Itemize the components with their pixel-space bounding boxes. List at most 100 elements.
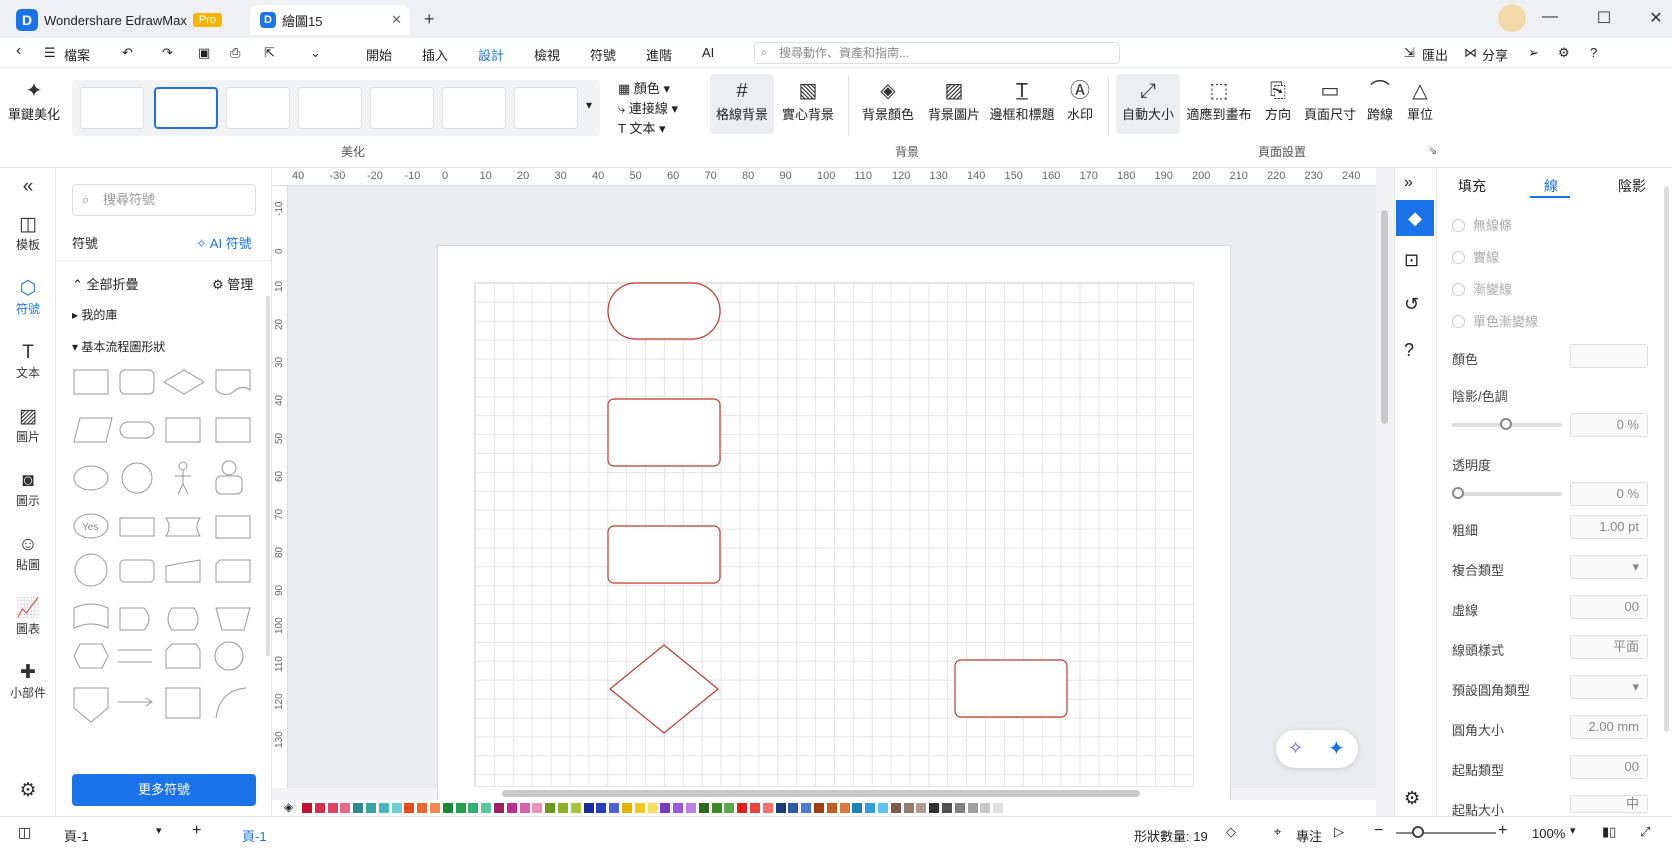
color-swatch[interactable] bbox=[545, 803, 556, 813]
unit-button[interactable]: △ 單位 bbox=[1402, 78, 1438, 123]
color-swatch[interactable] bbox=[302, 803, 312, 813]
shape-process[interactable] bbox=[73, 369, 109, 395]
sidebar-item-charts[interactable]: 📈 圖表 bbox=[0, 598, 56, 637]
style-thumb-6[interactable] bbox=[442, 87, 506, 129]
color-swatch[interactable] bbox=[865, 803, 876, 813]
color-swatch[interactable] bbox=[314, 803, 325, 813]
color-swatch[interactable] bbox=[980, 803, 991, 813]
export-icon[interactable]: ⇲ bbox=[1404, 45, 1415, 61]
color-swatch[interactable] bbox=[327, 803, 338, 813]
collapse-sidebar-icon[interactable]: « bbox=[0, 176, 56, 198]
minimize-icon[interactable]: — bbox=[1536, 8, 1564, 26]
color-swatch[interactable] bbox=[583, 803, 594, 813]
color-swatch[interactable] bbox=[814, 803, 824, 813]
solid-bg-button[interactable]: ▧ 實心背景 bbox=[776, 78, 840, 123]
shape-ellipse[interactable] bbox=[73, 465, 109, 491]
border-title-button[interactable]: T̲ 邊框和標題 bbox=[988, 78, 1056, 123]
transparency-value-field[interactable]: 0 % bbox=[1570, 482, 1648, 506]
zoom-out-icon[interactable]: − bbox=[1374, 822, 1383, 840]
radio-no-line[interactable]: 無線條 bbox=[1452, 215, 1512, 234]
color-swatch[interactable] bbox=[506, 803, 517, 813]
bg-color-button[interactable]: ◈ 背景顏色 bbox=[856, 78, 920, 123]
color-swatch[interactable] bbox=[660, 803, 671, 813]
color-swatch[interactable] bbox=[890, 803, 901, 813]
shape-direct-data[interactable] bbox=[119, 559, 155, 583]
color-swatch[interactable] bbox=[404, 803, 415, 813]
ai-symbols-button[interactable]: ✧ AI 符號 bbox=[196, 233, 252, 252]
shape-annotation[interactable] bbox=[165, 687, 201, 719]
sidebar-item-icons[interactable]: ◙ 圖示 bbox=[0, 470, 56, 509]
tab-view[interactable]: 檢視 bbox=[534, 45, 560, 64]
color-swatch[interactable] bbox=[698, 803, 709, 813]
zoom-in-icon[interactable]: + bbox=[1498, 822, 1507, 840]
style-thumb-7[interactable] bbox=[514, 87, 578, 129]
shape-sequential-data[interactable] bbox=[74, 553, 108, 587]
shape-parallel[interactable] bbox=[118, 649, 152, 663]
color-swatch[interactable] bbox=[993, 803, 1004, 813]
symbol-panel-scrollbar[interactable] bbox=[266, 296, 270, 656]
color-swatch[interactable] bbox=[903, 803, 914, 813]
shape-decision[interactable] bbox=[163, 369, 205, 395]
sidebar-item-templates[interactable]: ◫ 模板 bbox=[0, 214, 56, 253]
color-swatch[interactable] bbox=[929, 803, 940, 813]
shape-database[interactable] bbox=[119, 517, 155, 537]
color-swatch[interactable] bbox=[481, 803, 492, 813]
page-setup-expand-icon[interactable]: ⇘ bbox=[1428, 144, 1437, 157]
style-thumb-4[interactable] bbox=[298, 87, 362, 129]
page-dropdown-icon[interactable]: ▾ bbox=[156, 824, 162, 837]
color-swatch[interactable] bbox=[826, 803, 837, 813]
file-menu[interactable]: 檔案 bbox=[64, 45, 90, 64]
color-swatch[interactable] bbox=[468, 803, 479, 813]
help-circle-icon[interactable]: ? bbox=[1404, 340, 1414, 361]
dash-select[interactable]: 00 bbox=[1570, 595, 1648, 619]
color-swatch[interactable] bbox=[378, 803, 389, 813]
color-swatch[interactable] bbox=[558, 803, 568, 813]
ai-sparkle-icon[interactable]: ✦ bbox=[1328, 736, 1345, 761]
shade-slider-knob[interactable] bbox=[1500, 418, 1512, 430]
ai-magic-icon[interactable]: ✧ bbox=[1288, 738, 1303, 759]
panel-settings-icon[interactable]: ⚙ bbox=[1404, 788, 1420, 809]
color-swatch[interactable] bbox=[878, 803, 888, 813]
export-button[interactable]: 匯出 bbox=[1422, 45, 1448, 64]
color-swatch[interactable] bbox=[916, 803, 927, 813]
sidebar-item-symbols[interactable]: ⬡ 符號 bbox=[0, 278, 56, 317]
gallery-more-icon[interactable]: ▾ bbox=[586, 98, 592, 112]
tab-line[interactable]: 線 bbox=[1544, 176, 1558, 196]
color-swatch[interactable] bbox=[570, 803, 581, 813]
send-icon[interactable]: ➢ bbox=[1528, 45, 1539, 61]
color-swatch[interactable] bbox=[532, 803, 543, 813]
shape-manual-input[interactable] bbox=[165, 559, 201, 583]
tab-fill[interactable]: 填充 bbox=[1458, 176, 1486, 196]
save-icon[interactable]: ▣ bbox=[198, 45, 210, 61]
shape-user[interactable] bbox=[221, 460, 237, 476]
bg-image-button[interactable]: ▨ 背景圖片 bbox=[922, 78, 986, 123]
color-swatch[interactable] bbox=[340, 803, 351, 813]
color-button[interactable]: ▦ 顏色 ▾ bbox=[618, 78, 670, 97]
text-style-button[interactable]: T 文本 ▾ bbox=[618, 118, 665, 137]
zoom-level[interactable]: 100% bbox=[1532, 826, 1565, 841]
focus-button[interactable]: 專注 bbox=[1296, 826, 1322, 845]
color-swatch[interactable] bbox=[634, 803, 645, 813]
zoom-slider[interactable] bbox=[1396, 832, 1496, 834]
shape-alternate-process[interactable] bbox=[119, 369, 155, 395]
shape-off-page[interactable] bbox=[73, 687, 109, 723]
zoom-dropdown-icon[interactable]: ▾ bbox=[1570, 824, 1576, 837]
symbol-search-input[interactable]: 搜尋符號 bbox=[72, 184, 256, 216]
watermark-button[interactable]: Ⓐ 水印 bbox=[1060, 78, 1100, 123]
basic-flowchart-group[interactable]: ▾ 基本流程圖形狀 bbox=[72, 338, 165, 355]
corner-size-field[interactable]: 2.00 mm bbox=[1570, 715, 1648, 739]
history-icon[interactable]: ↺ bbox=[1404, 294, 1419, 315]
shape-internal-storage[interactable] bbox=[215, 417, 251, 443]
shape-connector[interactable] bbox=[214, 641, 244, 671]
color-swatch[interactable] bbox=[954, 803, 965, 813]
sidebar-item-images[interactable]: ▨ 圖片 bbox=[0, 406, 56, 445]
expand-panel-icon[interactable]: » bbox=[1404, 174, 1413, 192]
style-panel-icon[interactable]: ◆ bbox=[1396, 200, 1434, 236]
present-icon[interactable]: ⊡ bbox=[1404, 250, 1419, 271]
document-tab[interactable]: D 繪圖15 ✕ bbox=[250, 5, 410, 35]
shape-terminator[interactable] bbox=[119, 421, 155, 439]
start-type-select[interactable]: 00 bbox=[1570, 755, 1648, 779]
page-view-icon[interactable]: ◫ bbox=[18, 824, 31, 841]
color-swatch[interactable] bbox=[430, 803, 440, 813]
cap-style-select[interactable]: 平面 bbox=[1570, 635, 1648, 659]
